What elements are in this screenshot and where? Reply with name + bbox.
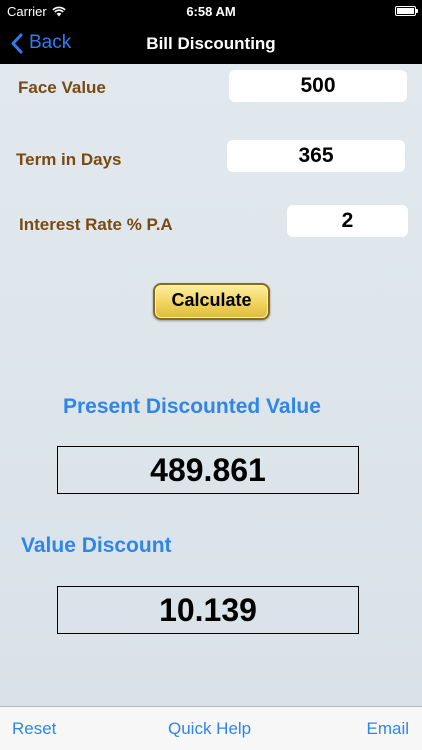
calculate-button[interactable]: Calculate <box>153 283 270 320</box>
page-title: Bill Discounting <box>146 34 276 53</box>
bottom-toolbar: Reset Quick Help Email <box>0 706 422 750</box>
present-value-result: 489.861 <box>57 446 359 494</box>
value-discount-result: 10.139 <box>57 586 359 634</box>
term-days-label: Term in Days <box>16 150 122 169</box>
reset-button[interactable]: Reset <box>12 719 56 739</box>
status-bar: Carrier 6:58 AM <box>0 0 422 24</box>
battery-icon <box>395 6 418 16</box>
navigation-bar: Back Bill Discounting <box>0 24 422 64</box>
status-time: 6:58 AM <box>186 4 236 19</box>
face-value-input[interactable] <box>229 70 407 102</box>
interest-rate-label: Interest Rate % P.A <box>19 215 173 234</box>
term-days-input[interactable] <box>227 140 405 172</box>
email-button[interactable]: Email <box>366 719 409 739</box>
interest-rate-input[interactable] <box>287 205 408 237</box>
present-value-heading: Present Discounted Value <box>63 395 321 418</box>
face-value-label: Face Value <box>18 78 106 97</box>
quick-help-button[interactable]: Quick Help <box>168 719 251 739</box>
value-discount-heading: Value Discount <box>21 534 172 557</box>
main-content: Face Value Term in Days Interest Rate % … <box>0 64 422 706</box>
